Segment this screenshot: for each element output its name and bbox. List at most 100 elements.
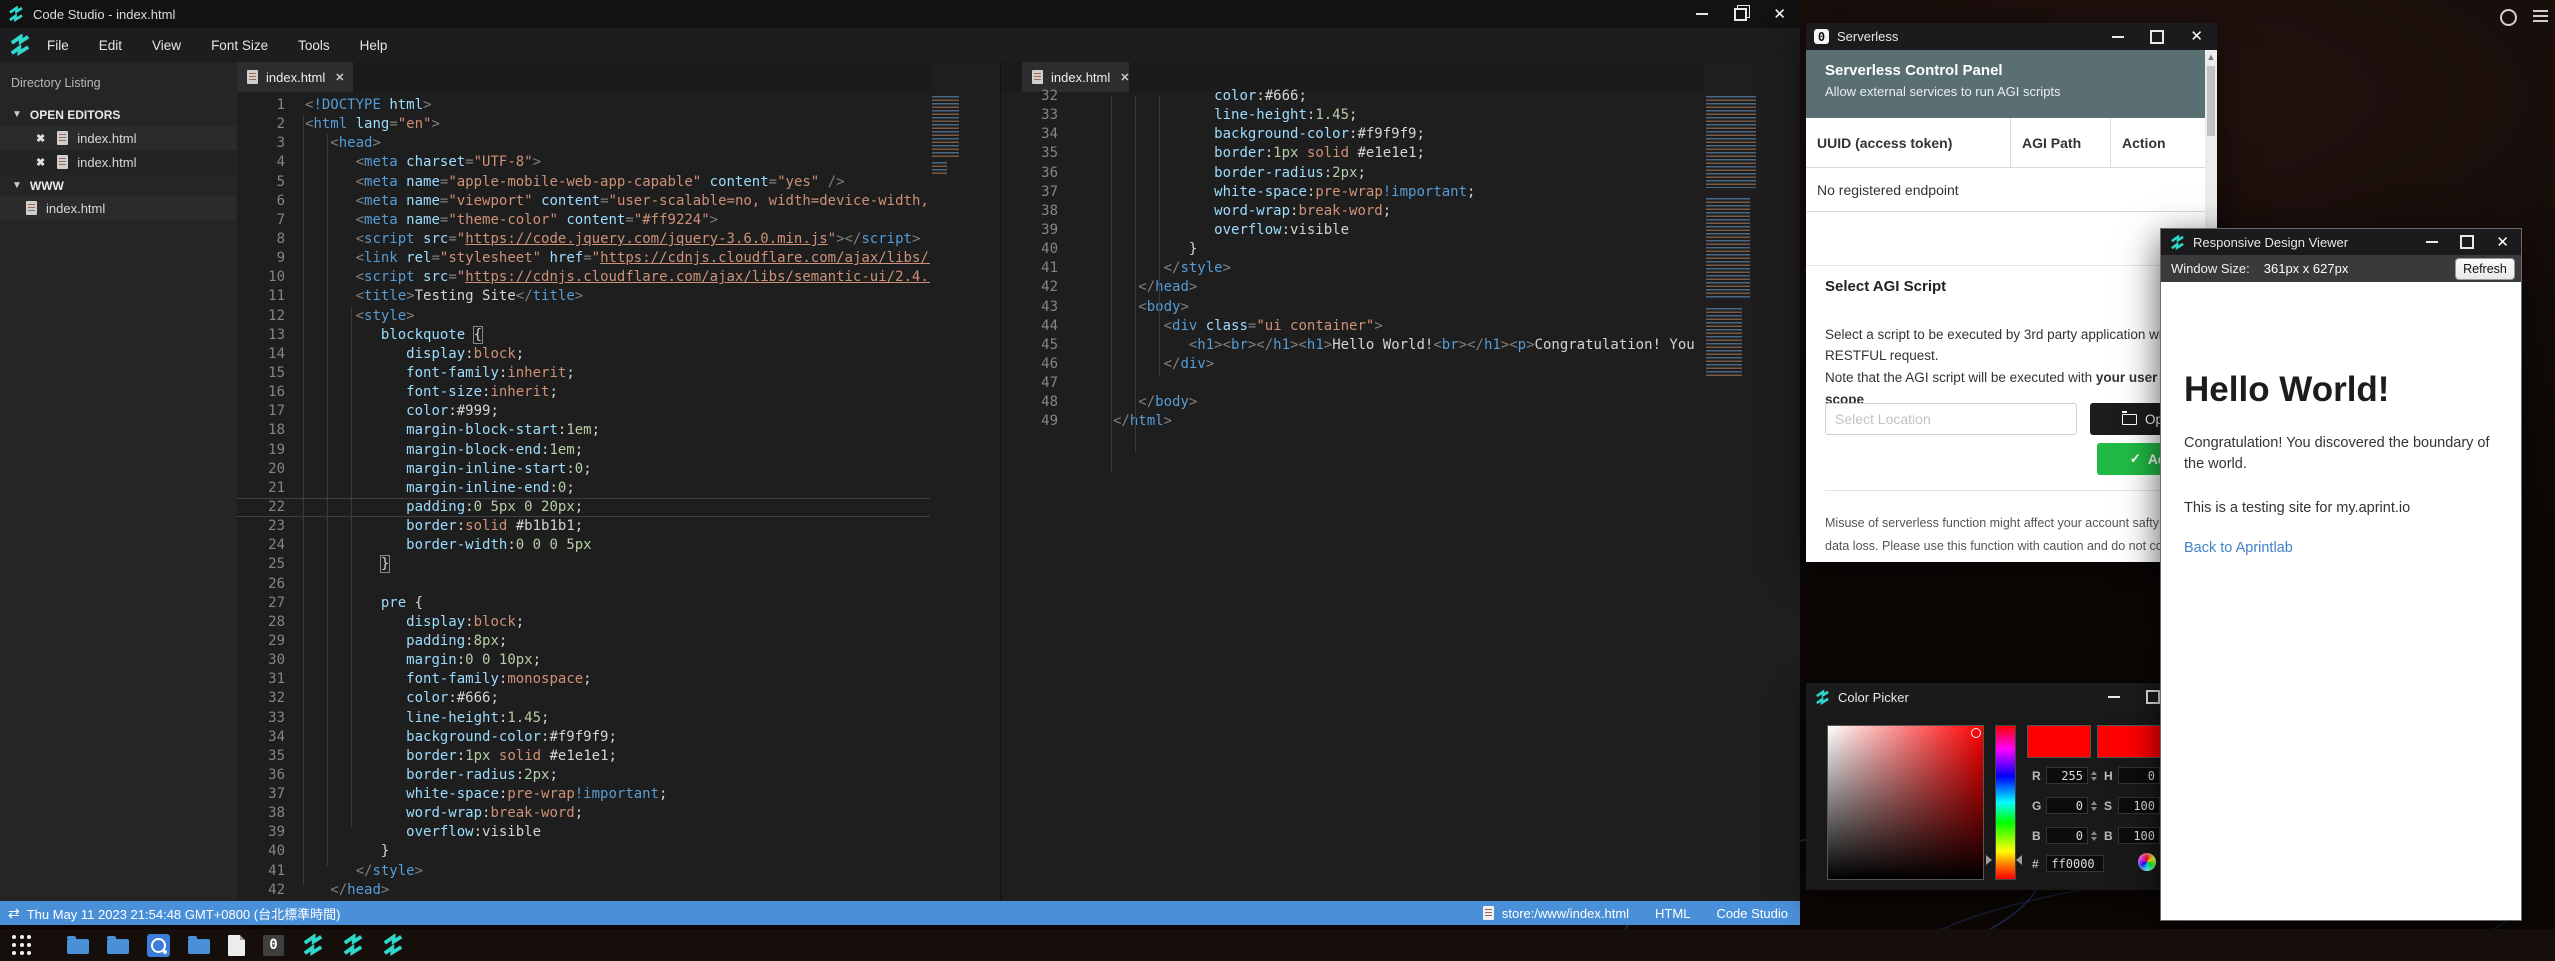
app-grid-icon[interactable] xyxy=(10,933,34,957)
close-icon[interactable]: ✕ xyxy=(2190,29,2203,44)
code-line[interactable]: 47 xyxy=(1000,374,1800,393)
minimize-icon[interactable] xyxy=(2426,241,2438,243)
color-wheel-icon[interactable] xyxy=(2138,853,2156,871)
code-line[interactable]: 15 font-family:inherit; xyxy=(237,364,930,383)
code-line[interactable]: 31 font-family:monospace; xyxy=(237,670,930,689)
scroll-up-icon[interactable]: ▲ xyxy=(2205,52,2217,62)
close-icon[interactable]: ✖ xyxy=(36,132,45,145)
minimap[interactable] xyxy=(932,162,947,175)
code-line[interactable]: 40 } xyxy=(237,842,930,861)
close-icon[interactable]: ✕ xyxy=(1773,7,1786,22)
serverless-titlebar[interactable]: 0 Serverless ✕ xyxy=(1806,23,2217,50)
stepper-icon[interactable] xyxy=(2090,767,2098,784)
refresh-button[interactable]: Refresh xyxy=(2455,258,2515,280)
code-line[interactable]: 17 color:#999; xyxy=(237,402,930,421)
loading-circle-icon[interactable] xyxy=(2500,9,2517,26)
code-line[interactable]: 39 overflow:visible xyxy=(1000,221,1800,240)
code-line[interactable]: 32 color:#666; xyxy=(1000,87,1800,106)
status-datetime[interactable]: Thu May 11 2023 21:54:48 GMT+0800 (台北標準時… xyxy=(27,904,341,923)
hamburger-menu-icon[interactable] xyxy=(2533,10,2548,25)
minimap[interactable] xyxy=(1706,198,1750,298)
code-line[interactable]: 11 <title>Testing Site</title> xyxy=(237,287,930,306)
code-line[interactable]: 2<html lang="en"> xyxy=(237,115,930,134)
h-value-field[interactable]: 0 xyxy=(2118,767,2160,784)
code-line[interactable]: 41 </style> xyxy=(237,862,930,881)
status-app-name[interactable]: Code Studio xyxy=(1716,906,1788,921)
code-line[interactable]: 35 border:1px solid #e1e1e1; xyxy=(1000,144,1800,163)
menu-view[interactable]: View xyxy=(137,28,196,62)
code-line[interactable]: 34 background-color:#f9f9f9; xyxy=(1000,125,1800,144)
window-titlebar[interactable]: Code Studio - index.html ✕ xyxy=(0,0,1800,28)
media-app-icon[interactable] xyxy=(147,934,170,957)
saturation-value-picker[interactable] xyxy=(1827,725,1984,880)
close-icon[interactable]: ✖ xyxy=(36,156,45,169)
code-line[interactable]: 46 </div> xyxy=(1000,355,1800,374)
code-line[interactable]: 20 margin-inline-start:0; xyxy=(237,460,930,479)
color-picker-titlebar[interactable]: Color Picker xyxy=(1806,683,2206,711)
document-icon[interactable] xyxy=(228,935,245,956)
minimize-icon[interactable] xyxy=(1696,13,1708,15)
minimize-icon[interactable] xyxy=(2112,36,2124,38)
stepper-icon[interactable] xyxy=(2090,797,2098,814)
code-line[interactable]: 42 </head> xyxy=(237,881,930,900)
color-selector-ring[interactable] xyxy=(1971,728,1981,738)
s-value-field[interactable]: 100 xyxy=(2118,797,2160,814)
code-line[interactable]: 3 <head> xyxy=(237,134,930,153)
maximize-icon[interactable] xyxy=(2460,235,2474,249)
code-line[interactable]: 23 border:solid #b1b1b1; xyxy=(237,517,930,536)
menu-tools[interactable]: Tools xyxy=(283,28,345,62)
code-line[interactable]: 25 } xyxy=(237,555,930,574)
code-line[interactable]: 44 <div class="ui container"> xyxy=(1000,317,1800,336)
code-line[interactable]: 37 white-space:pre-wrap!important; xyxy=(1000,183,1800,202)
code-line[interactable]: 7 <meta name="theme-color" content="#ff9… xyxy=(237,211,930,230)
hue-marker-left[interactable] xyxy=(1986,855,1992,865)
menu-edit[interactable]: Edit xyxy=(84,28,137,62)
status-language[interactable]: HTML xyxy=(1655,906,1690,921)
code-line[interactable]: 12 <style> xyxy=(237,307,930,326)
code-line[interactable]: 27 pre { xyxy=(237,594,930,613)
code-line[interactable]: 21 margin-inline-end:0; xyxy=(237,479,930,498)
code-pane-right[interactable]: 32 color:#666;33 line-height:1.45;34 bac… xyxy=(1000,87,1800,901)
menu-help[interactable]: Help xyxy=(345,28,403,62)
serverless-app-icon[interactable]: 0 xyxy=(263,935,284,956)
minimize-icon[interactable] xyxy=(2108,696,2120,698)
code-line[interactable]: 41 </style> xyxy=(1000,259,1800,278)
code-line[interactable]: 33 line-height:1.45; xyxy=(1000,106,1800,125)
sidebar-section-open-editors[interactable]: ▼ OPEN EDITORS xyxy=(0,103,237,126)
b-value-field[interactable]: 0 xyxy=(2046,827,2088,844)
folder-icon[interactable] xyxy=(107,939,129,954)
code-line[interactable]: 14 display:block; xyxy=(237,345,930,364)
code-line[interactable]: 38 word-wrap:break-word; xyxy=(1000,202,1800,221)
code-line[interactable]: 45 <h1><br></h1><h1>Hello World!<br></h1… xyxy=(1000,336,1800,355)
v-value-field[interactable]: 100 xyxy=(2118,827,2160,844)
hue-slider[interactable] xyxy=(1995,725,2016,880)
code-line[interactable]: 29 padding:8px; xyxy=(237,632,930,651)
code-line[interactable]: 30 margin:0 0 10px; xyxy=(237,651,930,670)
code-line[interactable]: 39 overflow:visible xyxy=(237,823,930,842)
code-line[interactable]: 37 white-space:pre-wrap!important; xyxy=(237,785,930,804)
open-editor-item[interactable]: ✖ index.html xyxy=(0,150,237,174)
code-line[interactable]: 40 } xyxy=(1000,240,1800,259)
code-line[interactable]: 28 display:block; xyxy=(237,613,930,632)
code-line[interactable]: 48 </body> xyxy=(1000,393,1800,412)
close-tab-icon[interactable]: ✕ xyxy=(335,71,344,84)
minimap[interactable] xyxy=(932,96,959,158)
minimap[interactable] xyxy=(1706,308,1742,376)
code-line[interactable]: 9 <link rel="stylesheet" href="https://c… xyxy=(237,249,930,268)
code-line[interactable]: 42 </head> xyxy=(1000,278,1800,297)
script-location-input[interactable] xyxy=(1825,403,2077,435)
menu-file[interactable]: File xyxy=(32,28,84,62)
status-file-path[interactable]: store:/www/index.html xyxy=(1502,906,1629,921)
code-line[interactable]: 1<!DOCTYPE html> xyxy=(237,96,930,115)
g-value-field[interactable]: 0 xyxy=(2046,797,2088,814)
code-line[interactable]: 22 padding:0 5px 0 20px; xyxy=(237,498,930,517)
tab-index-html[interactable]: index.html ✕ xyxy=(237,62,353,92)
code-line[interactable]: 36 border-radius:2px; xyxy=(1000,164,1800,183)
sidebar-section-www[interactable]: ▼ WWW xyxy=(0,174,237,197)
close-tab-icon[interactable]: ✕ xyxy=(1120,71,1129,84)
code-line[interactable]: 49</html> xyxy=(1000,412,1800,431)
folder-icon[interactable] xyxy=(188,939,210,954)
open-editor-item[interactable]: ✖ index.html xyxy=(0,126,237,150)
code-line[interactable]: 19 margin-block-end:1em; xyxy=(237,441,930,460)
code-line[interactable]: 8 <script src="https://code.jquery.com/j… xyxy=(237,230,930,249)
